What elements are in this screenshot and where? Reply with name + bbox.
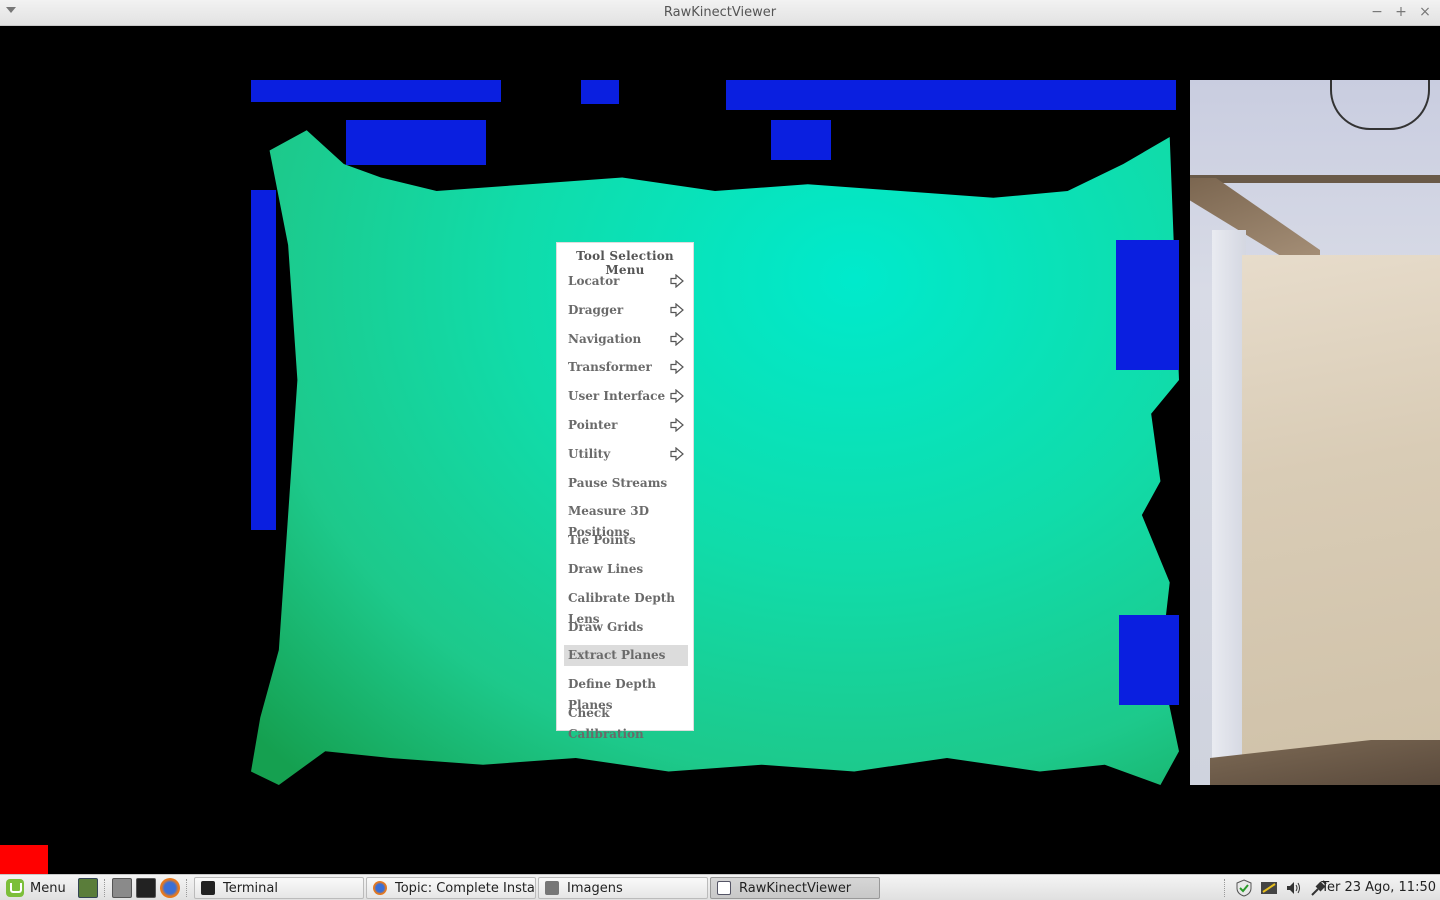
depth-far-region — [251, 190, 276, 530]
depth-far-region — [346, 120, 486, 165]
color-camera-image[interactable] — [1190, 80, 1440, 785]
menu-item-label: Transformer — [568, 360, 652, 375]
task-label: Terminal — [223, 880, 278, 896]
firefox-launcher-icon[interactable] — [160, 878, 180, 898]
image-viewer-icon — [545, 881, 559, 895]
status-indicator — [0, 845, 48, 874]
submenu-arrow-icon — [670, 446, 684, 461]
viewer-canvas[interactable] — [0, 26, 1440, 874]
tool-selection-menu: Tool Selection Menu Locator Dragger Naviga… — [556, 242, 694, 741]
menu-item-pointer[interactable]: Pointer — [564, 415, 688, 436]
terminal-launcher-icon[interactable] — [136, 878, 156, 898]
menu-item-label: Check Calibration — [568, 706, 644, 741]
submenu-arrow-icon — [670, 331, 684, 346]
task-label: Imagens — [567, 880, 623, 896]
terminal-icon — [201, 881, 215, 895]
minimize-button[interactable]: − — [1370, 3, 1384, 21]
depth-image[interactable] — [251, 80, 1179, 785]
depth-far-region — [771, 120, 831, 160]
menu-item-calibrate-depth-lens[interactable]: Calibrate Depth Lens — [564, 588, 688, 626]
mint-logo-icon — [6, 879, 24, 897]
depth-far-region — [726, 80, 1176, 110]
depth-far-region — [251, 80, 501, 102]
clock[interactable]: Ter 23 Ago, 11:50 — [1321, 880, 1436, 895]
task-label: RawKinectViewer — [739, 880, 852, 896]
menu-item-label: User Interface — [568, 389, 666, 404]
menu-item-label: Utility — [568, 446, 611, 461]
menu-item-navigation[interactable]: Navigation — [564, 329, 688, 350]
file-manager-icon[interactable] — [112, 878, 132, 898]
menu-item-measure-3d-positions[interactable]: Measure 3D Positions — [564, 501, 688, 539]
maximize-button[interactable]: + — [1394, 3, 1408, 21]
task-firefox[interactable]: Topic: Complete Insta... — [366, 877, 536, 899]
submenu-arrow-icon — [670, 418, 684, 432]
window-icon — [717, 881, 731, 895]
submenu-arrow-icon — [670, 360, 684, 375]
depth-far-region — [581, 80, 619, 104]
menu-item-label: Navigation — [568, 331, 642, 346]
start-menu-label: Menu — [30, 880, 66, 896]
start-menu-button[interactable]: Menu — [6, 878, 66, 898]
depth-far-region — [1119, 615, 1179, 705]
close-button[interactable]: × — [1418, 3, 1432, 21]
depth-far-region — [1116, 240, 1179, 370]
submenu-arrow-icon — [670, 302, 684, 317]
menu-item-dragger[interactable]: Dragger — [564, 300, 688, 321]
show-desktop-icon[interactable] — [78, 878, 98, 898]
task-rawkinectviewer[interactable]: RawKinectViewer — [710, 877, 880, 899]
menu-item-label: Tie Points — [568, 533, 636, 548]
menu-item-label: Extract Planes — [568, 648, 666, 663]
menu-item-draw-grids[interactable]: Draw Grids — [564, 617, 688, 638]
menu-item-draw-lines[interactable]: Draw Lines — [564, 559, 688, 580]
menu-item-label: Draw Grids — [568, 619, 644, 634]
task-label: Topic: Complete Insta... — [395, 880, 536, 896]
menu-item-label: Locator — [568, 274, 620, 288]
submenu-arrow-icon — [670, 274, 684, 288]
menu-item-transformer[interactable]: Transformer — [564, 357, 688, 378]
volume-icon[interactable] — [1284, 878, 1304, 898]
task-terminal[interactable]: Terminal — [194, 877, 364, 899]
menu-item-extract-planes[interactable]: Extract Planes — [564, 645, 688, 667]
menu-item-label: Pause Streams — [568, 475, 668, 490]
menu-item-label: Dragger — [568, 302, 624, 317]
depth-surface — [251, 130, 1179, 785]
menu-item-tie-points[interactable]: Tie Points — [564, 530, 688, 551]
network-icon[interactable] — [1259, 878, 1279, 898]
window-titlebar: RawKinectViewer − + × — [0, 0, 1440, 26]
menu-item-define-depth-planes[interactable]: Define Depth Planes — [564, 674, 688, 712]
menu-item-label: Draw Lines — [568, 562, 644, 576]
firefox-icon — [373, 881, 387, 895]
taskbar: Menu Terminal Topic: Complete Insta... I… — [0, 874, 1440, 900]
menu-item-locator[interactable]: Locator — [564, 271, 688, 292]
window-title: RawKinectViewer — [663, 5, 777, 20]
menu-item-pause-streams[interactable]: Pause Streams — [564, 473, 688, 494]
menu-item-label: Pointer — [568, 418, 618, 432]
menu-item-utility[interactable]: Utility — [564, 444, 688, 465]
update-manager-icon[interactable] — [1234, 878, 1254, 898]
submenu-arrow-icon — [670, 389, 684, 404]
menu-item-user-interface[interactable]: User Interface — [564, 386, 688, 407]
task-imagens[interactable]: Imagens — [538, 877, 708, 899]
menu-item-check-calibration[interactable]: Check Calibration — [564, 703, 688, 741]
